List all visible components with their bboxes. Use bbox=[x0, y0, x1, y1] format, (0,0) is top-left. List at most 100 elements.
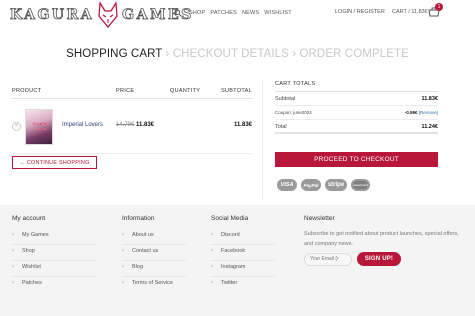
footer-link-patches[interactable]: › Patches bbox=[12, 277, 96, 293]
footer-link-label: Contact us bbox=[132, 248, 159, 254]
subtotal-row: Subtotal 11.83€ bbox=[275, 92, 438, 106]
newsletter-email-input[interactable] bbox=[304, 252, 352, 266]
coupon-row: Coupon: june2024 -0.59€ [Remove] bbox=[275, 106, 438, 120]
sign-up-button[interactable]: SIGN UP! bbox=[357, 252, 401, 266]
footer-link-twitter[interactable]: › Twitter bbox=[211, 277, 275, 293]
visa-icon: VISA bbox=[277, 179, 297, 191]
cart-totals-title: CART TOTALS bbox=[275, 80, 438, 92]
nav-patches[interactable]: PATCHES bbox=[210, 10, 237, 16]
footer-link-label: About us bbox=[132, 232, 154, 238]
chevron-right-icon: › bbox=[211, 280, 213, 286]
footer-link-label: Terms of Service bbox=[132, 280, 173, 286]
newsletter-text: Subscribe to get notified about product … bbox=[304, 231, 459, 247]
footer-social-title: Social Media bbox=[211, 215, 249, 222]
column-product: PRODUCT bbox=[12, 88, 42, 94]
total-label: Total bbox=[275, 124, 287, 130]
chevron-right-icon: › bbox=[122, 232, 124, 238]
site-header: KAGURA GAMES SHOP PATCHES NEWS WISHLIST … bbox=[0, 0, 475, 30]
footer-link-label: Blog bbox=[132, 264, 144, 270]
cart-table: PRODUCT PRICE QUANTITY SUBTOTAL × Imperi… bbox=[12, 88, 252, 154]
remove-item-button[interactable]: × bbox=[12, 122, 21, 131]
column-price: PRICE bbox=[116, 88, 135, 94]
column-subtotal: SUBTOTAL bbox=[221, 88, 252, 94]
footer-link-blog[interactable]: › Blog bbox=[122, 261, 186, 277]
footer-link-shop[interactable]: › Shop bbox=[12, 245, 96, 261]
footer-social-media: Social Media › Discord › Facebook › Instagr… bbox=[211, 215, 275, 293]
footer-link-label: Instagram bbox=[221, 264, 246, 270]
thumbnail-title: Imperial Lovers bbox=[32, 121, 48, 131]
logo-text-left: KAGURA bbox=[10, 7, 95, 24]
footer-link-label: Facebook bbox=[221, 248, 246, 254]
footer-link-about-us[interactable]: › About us bbox=[122, 229, 186, 245]
footer-link-label: Shop bbox=[22, 248, 35, 254]
paypal-icon: PayPal bbox=[301, 179, 321, 191]
proceed-to-checkout-button[interactable]: PROCEED TO CHECKOUT bbox=[275, 152, 438, 167]
footer-link-instagram[interactable]: › Instagram bbox=[211, 261, 275, 277]
footer-information-title: Information bbox=[122, 215, 155, 222]
mastercard-icon: mastercard bbox=[351, 179, 370, 191]
footer-link-my-games[interactable]: › My Games bbox=[12, 229, 96, 245]
remove-coupon-link[interactable]: [Remove] bbox=[419, 110, 438, 115]
step-separator: › bbox=[292, 48, 297, 60]
sale-price: 11.83€ bbox=[136, 122, 155, 128]
site-footer: My account › My Games › Shop › Wishlist › Pa… bbox=[0, 205, 475, 316]
chevron-right-icon: › bbox=[211, 232, 213, 238]
footer-link-label: Twitter bbox=[221, 280, 238, 286]
site-logo[interactable]: KAGURA GAMES bbox=[10, 2, 194, 28]
footer-link-label: My Games bbox=[22, 232, 49, 238]
step-order-complete: ORDER COMPLETE bbox=[299, 48, 409, 60]
footer-link-wishlist[interactable]: › Wishlist bbox=[12, 261, 96, 277]
footer-link-discord[interactable]: › Discord bbox=[211, 229, 275, 245]
footer-link-facebook[interactable]: › Facebook bbox=[211, 245, 275, 261]
cart-link[interactable]: CART / 11.83€ bbox=[392, 9, 428, 15]
step-separator: › bbox=[165, 48, 170, 60]
search-icon[interactable] bbox=[174, 9, 182, 17]
chevron-right-icon: › bbox=[12, 264, 14, 270]
fox-mask-icon bbox=[98, 2, 118, 28]
product-name-link[interactable]: Imperial Lovers bbox=[62, 122, 103, 128]
subtotal-label: Subtotal bbox=[275, 96, 296, 102]
product-thumbnail[interactable]: Imperial Lovers bbox=[25, 109, 53, 145]
footer-link-contact-us[interactable]: › Contact us bbox=[122, 245, 186, 261]
login-register-link[interactable]: LOGIN / REGISTER bbox=[335, 9, 385, 15]
footer-my-account: My account › My Games › Shop › Wishlist › Pa… bbox=[12, 215, 96, 293]
item-subtotal: 11.83€ bbox=[233, 122, 252, 128]
nav-shop[interactable]: SHOP bbox=[189, 10, 205, 16]
cart-totals: CART TOTALS Subtotal 11.83€ Coupon: june… bbox=[275, 80, 438, 134]
cart-count-badge: 1 bbox=[435, 3, 443, 11]
chevron-right-icon: › bbox=[211, 248, 213, 254]
footer-link-label: Patches bbox=[22, 280, 42, 286]
total-value: 11.24€ bbox=[421, 124, 438, 130]
total-row: Total 11.24€ bbox=[275, 120, 438, 134]
chevron-right-icon: › bbox=[12, 248, 14, 254]
column-quantity: QUANTITY bbox=[170, 88, 201, 94]
step-shopping-cart[interactable]: SHOPPING CART bbox=[66, 48, 162, 60]
footer-link-label: Discord bbox=[221, 232, 240, 238]
footer-my-account-title: My account bbox=[12, 215, 46, 222]
chevron-right-icon: › bbox=[211, 264, 213, 270]
continue-shopping-button[interactable]: ← CONTINUE SHOPPING bbox=[12, 156, 97, 169]
nav-news[interactable]: NEWS bbox=[242, 10, 259, 16]
stripe-icon: stripe bbox=[325, 179, 347, 191]
cart-item-row: × Imperial Lovers Imperial Lovers 14.79€… bbox=[12, 99, 252, 154]
chevron-right-icon: › bbox=[12, 232, 14, 238]
footer-link-label: Wishlist bbox=[22, 264, 41, 270]
cart-table-header: PRODUCT PRICE QUANTITY SUBTOTAL bbox=[12, 88, 252, 99]
footer-information: Information › About us › Contact us › Blog … bbox=[122, 215, 186, 293]
checkout-steps: SHOPPING CART › CHECKOUT DETAILS › ORDER… bbox=[0, 48, 475, 60]
footer-link-terms[interactable]: › Terms of Service bbox=[122, 277, 186, 293]
chevron-right-icon: › bbox=[12, 280, 14, 286]
chevron-right-icon: › bbox=[122, 264, 124, 270]
main-nav: SHOP PATCHES NEWS WISHLIST bbox=[174, 9, 292, 17]
divider bbox=[262, 80, 263, 200]
nav-wishlist[interactable]: WISHLIST bbox=[264, 10, 292, 16]
coupon-value-group: -0.59€ [Remove] bbox=[405, 110, 438, 115]
coupon-label: Coupon: june2024 bbox=[275, 110, 312, 115]
original-price: 14.79€ bbox=[116, 122, 135, 128]
newsletter-title: Newsletter bbox=[304, 215, 335, 222]
step-checkout-details[interactable]: CHECKOUT DETAILS bbox=[173, 48, 289, 60]
coupon-discount: -0.59€ bbox=[404, 110, 418, 115]
subtotal-value: 11.83€ bbox=[421, 96, 438, 102]
chevron-right-icon: › bbox=[122, 248, 124, 254]
footer-newsletter: Newsletter Subscribe to get notified abo… bbox=[304, 215, 464, 266]
